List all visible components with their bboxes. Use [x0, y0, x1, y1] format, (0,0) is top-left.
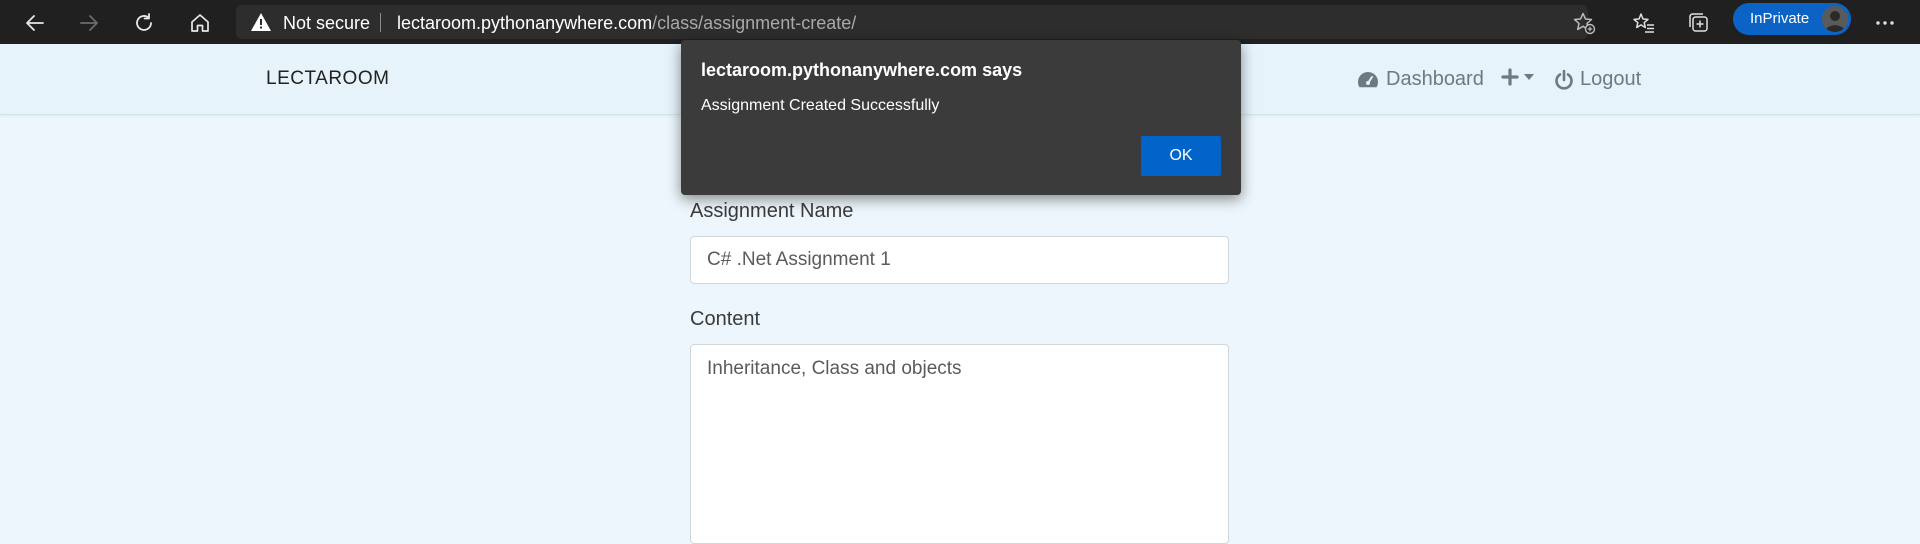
plus-icon	[1501, 68, 1519, 86]
address-bar[interactable]: Not secure lectaroom.pythonanywhere.com/…	[236, 5, 1588, 39]
nav-logout-label: Logout	[1580, 68, 1642, 90]
alert-dialog: lectaroom.pythonanywhere.com says Assign…	[681, 40, 1241, 195]
profile-avatar-icon	[1822, 6, 1848, 32]
favorite-add-icon[interactable]	[1568, 7, 1600, 39]
url-text[interactable]: lectaroom.pythonanywhere.com/class/assig…	[397, 13, 856, 34]
content-label: Content	[690, 308, 761, 330]
browser-toolbar: Not secure lectaroom.pythonanywhere.com/…	[0, 0, 1920, 44]
ok-button[interactable]: OK	[1141, 136, 1221, 176]
collections-icon[interactable]	[1683, 7, 1715, 39]
dashboard-icon	[1358, 71, 1378, 87]
security-label[interactable]: Not secure	[283, 13, 370, 34]
home-icon[interactable]	[184, 7, 216, 39]
brand-logo[interactable]: LECTAROOM	[266, 68, 389, 90]
content-textarea[interactable]: Inheritance, Class and objects	[690, 344, 1229, 544]
back-icon[interactable]	[19, 7, 51, 39]
inprivate-label: InPrivate	[1750, 10, 1810, 27]
dialog-message: Assignment Created Successfully	[701, 97, 940, 114]
more-icon[interactable]	[1869, 7, 1901, 39]
caret-down-icon	[1524, 74, 1534, 80]
url-host: lectaroom.pythonanywhere.com	[397, 13, 653, 33]
inprivate-badge[interactable]: InPrivate	[1733, 3, 1851, 35]
warning-icon[interactable]	[250, 12, 272, 37]
refresh-icon[interactable]	[128, 7, 160, 39]
favorites-icon[interactable]	[1628, 7, 1660, 39]
nav-dashboard[interactable]: Dashboard	[1356, 68, 1484, 91]
url-path: /class/assignment-create/	[652, 13, 857, 33]
nav-logout[interactable]: Logout	[1554, 68, 1641, 91]
forward-icon[interactable]	[73, 7, 105, 39]
add-dropdown[interactable]	[1501, 68, 1541, 86]
address-divider	[380, 13, 381, 32]
assignment-name-input[interactable]: C# .Net Assignment 1	[690, 236, 1229, 284]
dialog-title: lectaroom.pythonanywhere.com says	[701, 60, 1023, 80]
nav-dashboard-label: Dashboard	[1386, 68, 1484, 90]
power-icon	[1555, 69, 1573, 90]
assignment-name-label: Assignment Name	[690, 200, 854, 222]
